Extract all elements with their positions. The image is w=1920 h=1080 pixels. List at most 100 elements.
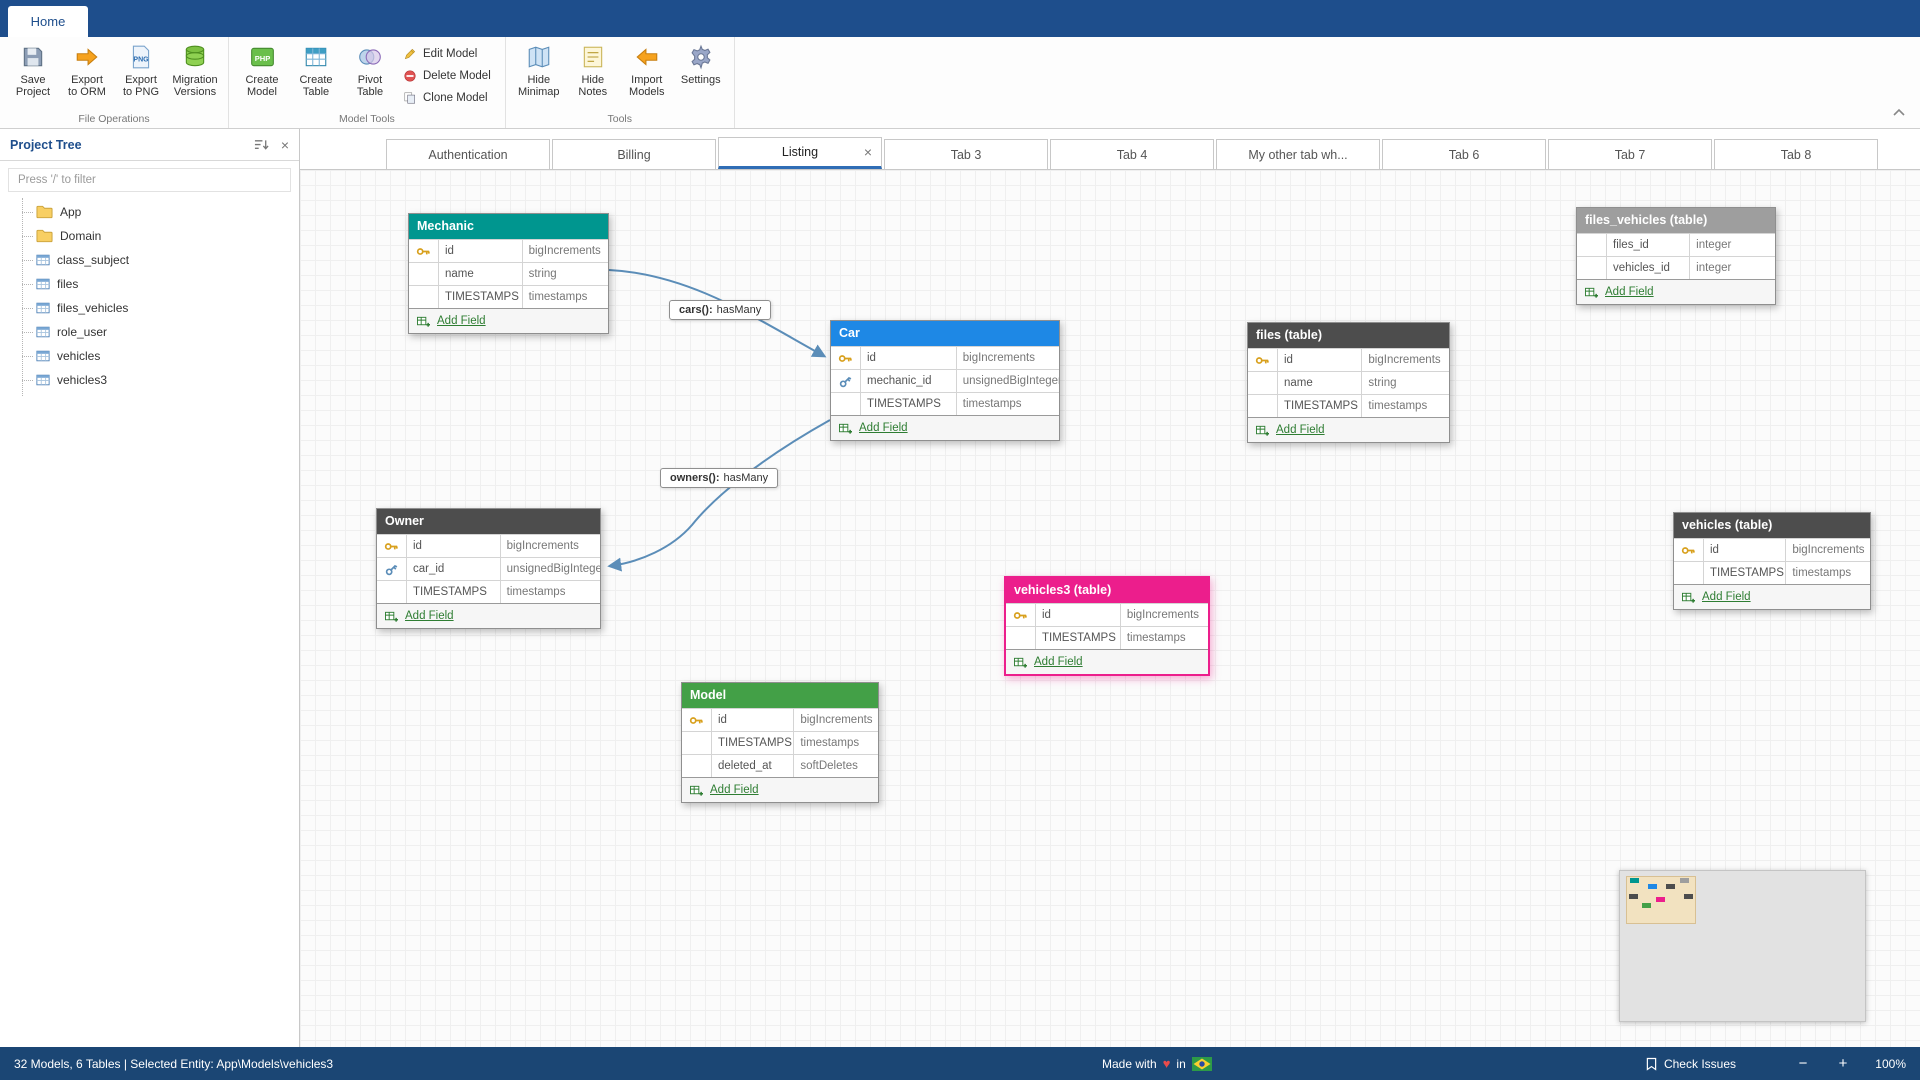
tab-4[interactable]: Tab 4: [1050, 139, 1214, 169]
add-field-button[interactable]: Add Field: [1577, 279, 1775, 304]
field-row[interactable]: deleted_at softDeletes: [682, 754, 878, 777]
hide-minimap-button[interactable]: HideMinimap: [512, 39, 566, 98]
export-orm-button[interactable]: Exportto ORM: [60, 39, 114, 98]
field-row[interactable]: TIMESTAMPS timestamps: [1006, 626, 1208, 649]
relationship-type: hasMany: [724, 472, 769, 484]
add-field-button[interactable]: Add Field: [1248, 417, 1449, 442]
tree-item-vehicles3[interactable]: vehicles3: [0, 368, 299, 392]
minimap[interactable]: [1619, 870, 1866, 1022]
tab-listing[interactable]: Listing ×: [718, 137, 882, 169]
create-model-button[interactable]: PHP CreateModel: [235, 39, 289, 98]
tree-item-files-vehicles[interactable]: files_vehicles: [0, 296, 299, 320]
zoom-out-button[interactable]: −: [1792, 1055, 1814, 1072]
entity-header[interactable]: Model: [682, 683, 878, 708]
field-row[interactable]: id bigIncrements: [682, 708, 878, 731]
minimap-entity-block: [1630, 878, 1639, 883]
field-row[interactable]: TIMESTAMPS timestamps: [831, 392, 1059, 415]
add-field-link[interactable]: Add Field: [405, 610, 454, 622]
delete-model-button[interactable]: Delete Model: [403, 69, 491, 83]
entity-header[interactable]: Car: [831, 321, 1059, 346]
field-row[interactable]: id bigIncrements: [1248, 348, 1449, 371]
entity-header[interactable]: Mechanic: [409, 214, 608, 239]
field-row[interactable]: car_id unsignedBigInteger: [377, 557, 600, 580]
entity-header[interactable]: vehicles3 (table): [1006, 578, 1208, 603]
field-row[interactable]: vehicles_id integer: [1577, 256, 1775, 279]
entity-vehicles[interactable]: vehicles (table) id bigIncrements TIMEST…: [1673, 512, 1871, 610]
tree-item-role-user[interactable]: role_user: [0, 320, 299, 344]
close-icon[interactable]: ×: [864, 145, 872, 159]
add-field-link[interactable]: Add Field: [1276, 424, 1325, 436]
entity-header[interactable]: vehicles (table): [1674, 513, 1870, 538]
entity-header[interactable]: Owner: [377, 509, 600, 534]
hide-notes-button[interactable]: HideNotes: [566, 39, 620, 98]
add-field-button[interactable]: Add Field: [682, 777, 878, 802]
migration-versions-button[interactable]: MigrationVersions: [168, 39, 222, 98]
tree-item-files[interactable]: files: [0, 272, 299, 296]
sort-icon[interactable]: [254, 138, 269, 152]
field-row[interactable]: name string: [1248, 371, 1449, 394]
add-field-link[interactable]: Add Field: [437, 315, 486, 327]
tab-billing[interactable]: Billing: [552, 139, 716, 169]
add-field-link[interactable]: Add Field: [1702, 591, 1751, 603]
tree-filter-input[interactable]: [8, 168, 291, 192]
entity-mechanic[interactable]: Mechanic id bigIncrements name string TI…: [408, 213, 609, 334]
add-field-button[interactable]: Add Field: [831, 415, 1059, 440]
ribbon-tab-home[interactable]: Home: [8, 6, 88, 37]
tab-7[interactable]: Tab 7: [1548, 139, 1712, 169]
tree-item-vehicles[interactable]: vehicles: [0, 344, 299, 368]
export-png-button[interactable]: PNG Exportto PNG: [114, 39, 168, 98]
tree-item-domain[interactable]: Domain: [0, 224, 299, 248]
clone-model-button[interactable]: Clone Model: [403, 91, 491, 105]
add-field-button[interactable]: Add Field: [377, 603, 600, 628]
add-field-button[interactable]: Add Field: [1006, 649, 1208, 674]
tree-item-class-subject[interactable]: class_subject: [0, 248, 299, 272]
add-field-button[interactable]: Add Field: [409, 308, 608, 333]
close-icon[interactable]: ×: [281, 137, 289, 153]
field-row[interactable]: id bigIncrements: [1674, 538, 1870, 561]
entity-header[interactable]: files (table): [1248, 323, 1449, 348]
field-row[interactable]: id bigIncrements: [409, 239, 608, 262]
entity-model[interactable]: Model id bigIncrements TIMESTAMPS timest…: [681, 682, 879, 803]
field-row[interactable]: TIMESTAMPS timestamps: [1248, 394, 1449, 417]
field-row[interactable]: id bigIncrements: [377, 534, 600, 557]
tab-authentication[interactable]: Authentication: [386, 139, 550, 169]
import-models-button[interactable]: ImportModels: [620, 39, 674, 98]
collapse-ribbon-icon[interactable]: [1892, 104, 1906, 122]
field-row[interactable]: id bigIncrements: [831, 346, 1059, 369]
settings-button[interactable]: Settings: [674, 39, 728, 86]
entity-owner[interactable]: Owner id bigIncrements car_id unsignedBi…: [376, 508, 601, 629]
field-row[interactable]: mechanic_id unsignedBigInteger: [831, 369, 1059, 392]
relationship-label-cars[interactable]: cars():hasMany: [669, 300, 771, 320]
save-project-button[interactable]: SaveProject: [6, 39, 60, 98]
field-row[interactable]: files_id integer: [1577, 233, 1775, 256]
field-row[interactable]: name string: [409, 262, 608, 285]
entity-vehicles3[interactable]: vehicles3 (table) id bigIncrements TIMES…: [1004, 576, 1210, 676]
entity-files[interactable]: files (table) id bigIncrements name stri…: [1247, 322, 1450, 443]
field-row[interactable]: TIMESTAMPS timestamps: [1674, 561, 1870, 584]
add-field-link[interactable]: Add Field: [710, 784, 759, 796]
add-field-link[interactable]: Add Field: [859, 422, 908, 434]
pivot-table-button[interactable]: PivotTable: [343, 39, 397, 98]
add-field-link[interactable]: Add Field: [1605, 286, 1654, 298]
add-field-link[interactable]: Add Field: [1034, 656, 1083, 668]
field-row[interactable]: TIMESTAMPS timestamps: [377, 580, 600, 603]
add-field-button[interactable]: Add Field: [1674, 584, 1870, 609]
field-row[interactable]: id bigIncrements: [1006, 603, 1208, 626]
diagram-canvas[interactable]: Mechanic id bigIncrements name string TI…: [300, 170, 1920, 1047]
tab-my-other-tab[interactable]: My other tab wh...: [1216, 139, 1380, 169]
add-field-icon: [417, 315, 430, 328]
entity-files-vehicles[interactable]: files_vehicles (table) files_id integer …: [1576, 207, 1776, 305]
tab-6[interactable]: Tab 6: [1382, 139, 1546, 169]
tab-3[interactable]: Tab 3: [884, 139, 1048, 169]
field-row[interactable]: TIMESTAMPS timestamps: [682, 731, 878, 754]
entity-header[interactable]: files_vehicles (table): [1577, 208, 1775, 233]
check-issues-button[interactable]: Check Issues: [1646, 1057, 1736, 1071]
create-table-button[interactable]: CreateTable: [289, 39, 343, 98]
tab-8[interactable]: Tab 8: [1714, 139, 1878, 169]
tree-item-app[interactable]: App: [0, 200, 299, 224]
entity-car[interactable]: Car id bigIncrements mechanic_id unsigne…: [830, 320, 1060, 441]
edit-model-button[interactable]: Edit Model: [403, 47, 491, 61]
field-row[interactable]: TIMESTAMPS timestamps: [409, 285, 608, 308]
relationship-label-owners[interactable]: owners():hasMany: [660, 468, 778, 488]
zoom-in-button[interactable]: +: [1832, 1055, 1854, 1072]
